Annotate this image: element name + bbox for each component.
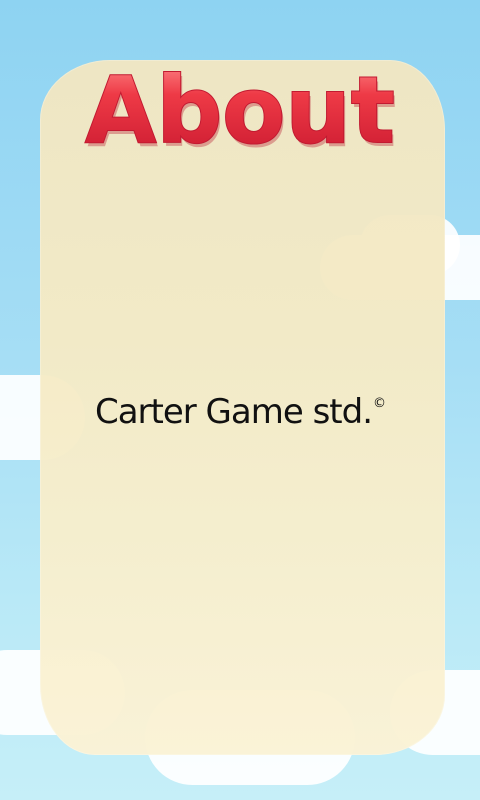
credit-text: Carter Game std.	[94, 392, 373, 432]
about-title: About About	[84, 56, 397, 162]
credit-line: Carter Game std.©	[0, 392, 480, 432]
about-title-wrap: About About	[0, 22, 480, 162]
about-title-text: About	[85, 57, 395, 162]
copyright-symbol: ©	[373, 396, 386, 411]
